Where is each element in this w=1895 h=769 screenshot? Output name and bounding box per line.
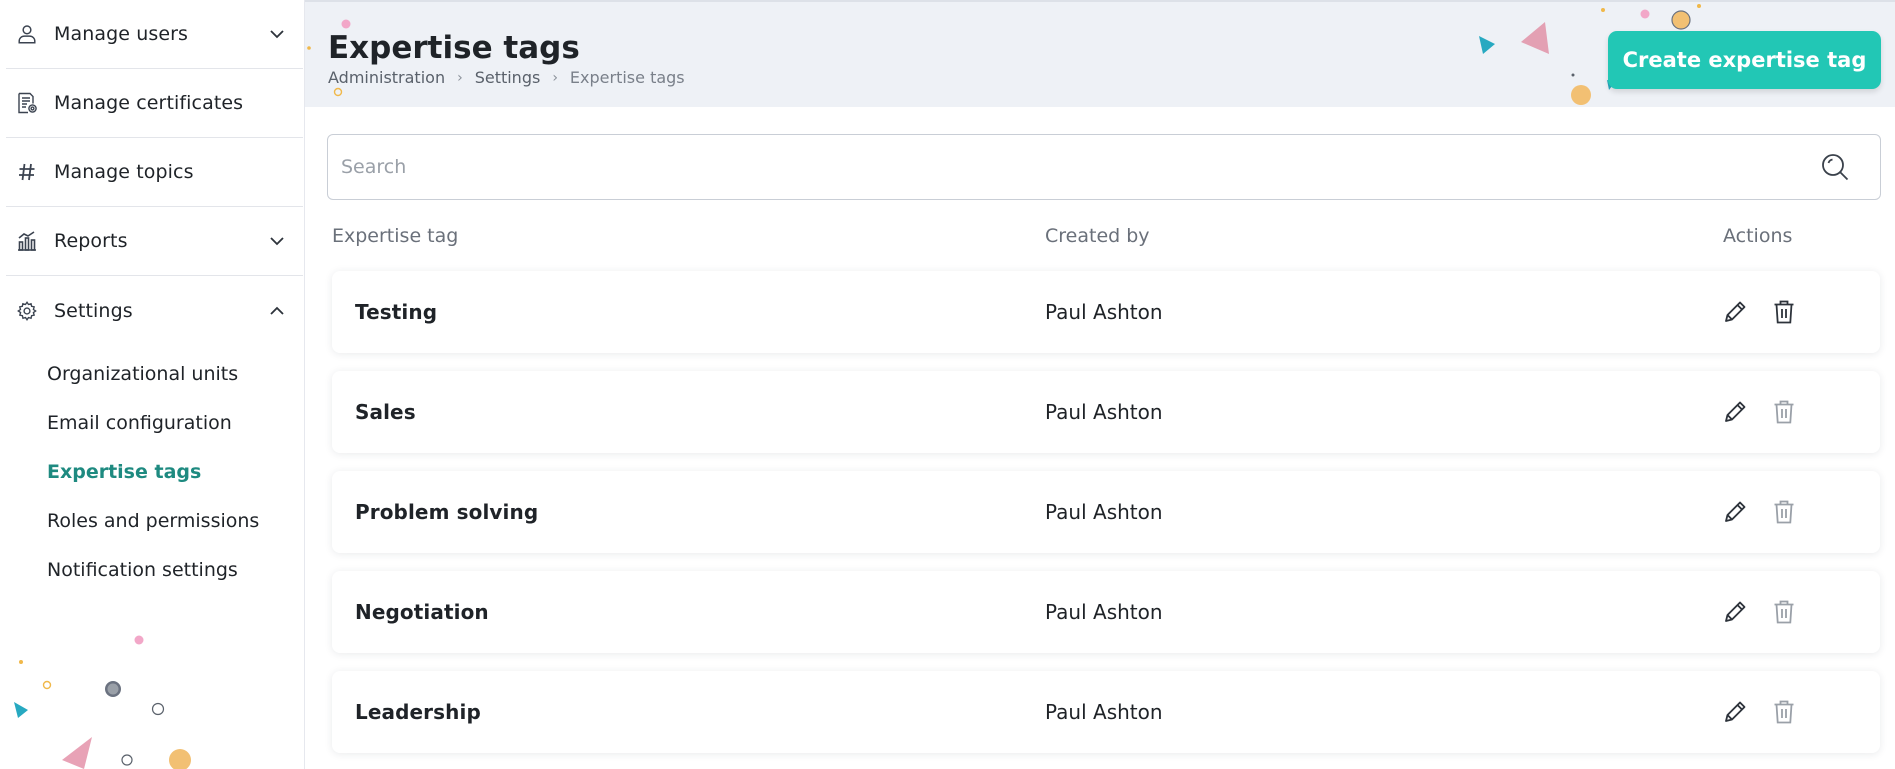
- column-header-actions: Actions: [1723, 225, 1793, 247]
- created-by: Paul Ashton: [1045, 700, 1163, 724]
- page-header: Expertise tags Administration › Settings…: [305, 0, 1895, 107]
- trash-icon[interactable]: [1772, 299, 1796, 325]
- expertise-tag-name: Negotiation: [355, 600, 489, 624]
- expertise-tag-name: Sales: [355, 400, 416, 424]
- bar-chart-icon: [14, 228, 40, 254]
- table-row: Negotiation Paul Ashton: [332, 571, 1880, 653]
- confetti-decoration: [14, 635, 191, 769]
- expertise-tag-name: Testing: [355, 300, 438, 324]
- settings-submenu: Organizational units Email configuration…: [0, 349, 304, 594]
- main-content: Expertise tags Administration › Settings…: [305, 0, 1895, 769]
- pencil-icon[interactable]: [1721, 398, 1749, 426]
- table-row: Leadership Paul Ashton: [332, 671, 1880, 753]
- page-title: Expertise tags: [328, 30, 580, 66]
- pencil-icon[interactable]: [1721, 698, 1749, 726]
- app-root: Manage users Manage certificates Manage …: [0, 0, 1895, 769]
- table-header: Expertise tag Created by Actions: [332, 225, 1892, 255]
- table-row: Problem solving Paul Ashton: [332, 471, 1880, 553]
- hashtag-icon: [14, 159, 40, 185]
- pencil-icon[interactable]: [1721, 498, 1749, 526]
- created-by: Paul Ashton: [1045, 300, 1163, 324]
- trash-icon: [1774, 400, 1794, 424]
- sidebar-item-manage-users[interactable]: Manage users: [6, 0, 303, 69]
- table-row: Sales Paul Ashton: [332, 371, 1880, 453]
- sidebar-item-settings[interactable]: Settings: [6, 276, 303, 345]
- chevron-up-icon[interactable]: [267, 301, 287, 321]
- table-row: Testing Paul Ashton: [332, 271, 1880, 353]
- sidebar-item-label: Manage users: [54, 23, 189, 45]
- trash-icon: [1774, 500, 1794, 524]
- sidebar-subitem-expertise-tags[interactable]: Expertise tags: [0, 447, 304, 496]
- sidebar-item-label: Settings: [54, 299, 133, 322]
- sidebar: Manage users Manage certificates Manage …: [0, 0, 305, 769]
- created-by: Paul Ashton: [1045, 400, 1163, 424]
- sidebar-item-label: Reports: [54, 230, 128, 252]
- sidebar-item-label: Manage topics: [54, 161, 194, 183]
- breadcrumb: Administration › Settings › Expertise ta…: [328, 68, 685, 87]
- sidebar-subitem-notification-settings[interactable]: Notification settings: [0, 545, 304, 594]
- pencil-icon[interactable]: [1721, 598, 1749, 626]
- created-by: Paul Ashton: [1045, 500, 1163, 524]
- breadcrumb-administration[interactable]: Administration: [328, 68, 445, 87]
- sidebar-subitem-email-configuration[interactable]: Email configuration: [0, 398, 304, 447]
- sidebar-subitem-organizational-units[interactable]: Organizational units: [0, 349, 304, 398]
- chevron-down-icon[interactable]: [267, 24, 287, 44]
- column-header-created-by: Created by: [1045, 225, 1150, 247]
- trash-icon: [1774, 600, 1794, 624]
- sidebar-item-reports[interactable]: Reports: [6, 207, 303, 276]
- gear-icon: [14, 298, 40, 324]
- breadcrumb-separator-icon: ›: [457, 69, 463, 86]
- search-icon[interactable]: [1818, 150, 1852, 184]
- search-input[interactable]: [328, 135, 1818, 199]
- user-icon: [14, 21, 40, 47]
- sidebar-subitem-roles-and-permissions[interactable]: Roles and permissions: [0, 496, 304, 545]
- create-expertise-tag-button[interactable]: Create expertise tag: [1608, 31, 1881, 89]
- column-header-expertise-tag: Expertise tag: [332, 225, 459, 247]
- pencil-icon[interactable]: [1721, 298, 1749, 326]
- breadcrumb-separator-icon: ›: [552, 69, 558, 86]
- sidebar-item-manage-certificates[interactable]: Manage certificates: [6, 69, 303, 138]
- created-by: Paul Ashton: [1045, 600, 1163, 624]
- trash-icon: [1774, 700, 1794, 724]
- expertise-tag-name: Leadership: [355, 700, 481, 724]
- sidebar-item-manage-topics[interactable]: Manage topics: [6, 138, 303, 207]
- search-bar: [327, 134, 1881, 200]
- breadcrumb-settings[interactable]: Settings: [475, 68, 541, 87]
- expertise-tag-name: Problem solving: [355, 500, 539, 524]
- expertise-tags-list: Testing Paul Ashton Sales Paul Ashton Pr…: [332, 271, 1880, 769]
- certificate-icon: [14, 90, 40, 116]
- chevron-down-icon[interactable]: [267, 231, 287, 251]
- breadcrumb-expertise-tags: Expertise tags: [569, 68, 685, 87]
- sidebar-item-label: Manage certificates: [54, 92, 244, 114]
